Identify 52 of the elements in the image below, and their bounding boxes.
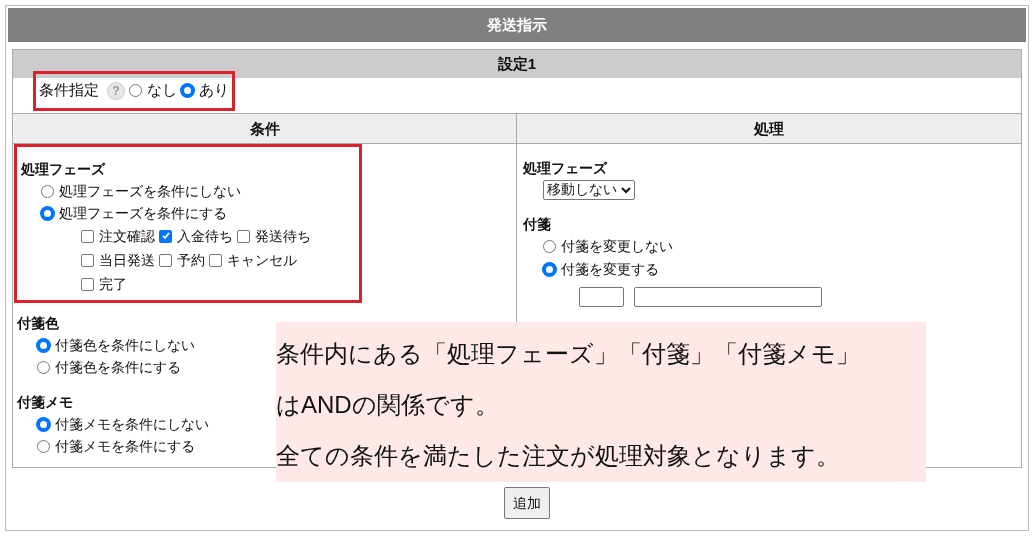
section-title: 処理フェーズ [523, 159, 607, 178]
checkbox[interactable] [81, 253, 94, 267]
checkbox[interactable] [81, 229, 94, 243]
radio-label[interactable]: 処理フェーズを条件にする [59, 202, 227, 224]
radio-label[interactable]: 処理フェーズを条件にしない [59, 180, 241, 202]
radio-button[interactable] [181, 84, 194, 97]
radio-button[interactable] [37, 439, 50, 453]
checkbox-label[interactable]: 発送待ち [255, 225, 311, 247]
note-text: 全ての条件を満たした注文が処理対象となります。 [276, 441, 841, 471]
column-header: 条件 [13, 114, 517, 144]
checkbox[interactable] [237, 229, 250, 243]
radio-label[interactable]: あり [199, 79, 229, 102]
checkbox-label[interactable]: 当日発送 [99, 249, 155, 271]
radio-label[interactable]: 付箋を変更しない [561, 236, 673, 257]
checkbox-label[interactable]: 注文確認 [99, 225, 155, 247]
section-title: 処理フェーズ [21, 160, 105, 179]
checkbox-label[interactable]: 完了 [99, 273, 127, 295]
radio-label[interactable]: 付箋色を条件にしない [55, 334, 195, 356]
radio-button[interactable] [37, 338, 50, 352]
radio-button[interactable] [41, 184, 54, 198]
section-header: 設定1 [13, 50, 1021, 78]
radio-button[interactable] [41, 206, 54, 220]
checkbox[interactable] [159, 229, 172, 243]
radio-button[interactable] [543, 240, 556, 253]
radio-button[interactable] [129, 84, 142, 97]
checkbox[interactable] [159, 253, 172, 267]
window-title: 発送指示 [8, 8, 1026, 42]
radio-label[interactable]: 付箋メモを条件にする [55, 435, 195, 457]
radio-button[interactable] [37, 360, 50, 374]
dropdown[interactable]: 移動しない [543, 179, 635, 200]
radio-label[interactable]: 付箋を変更する [561, 259, 659, 280]
note-text: はANDの関係です。 [276, 390, 500, 420]
section-title: 付箋 [523, 215, 551, 234]
radio-button[interactable] [37, 417, 50, 431]
column-header: 処理 [517, 114, 1021, 144]
field-label: 条件指定 [39, 80, 99, 101]
input-field[interactable] [579, 287, 624, 307]
add-button[interactable]: 追加 [504, 487, 550, 519]
checkbox[interactable] [209, 253, 222, 267]
radio-button[interactable] [543, 263, 556, 276]
section-title: 付箋メモ [17, 393, 73, 412]
chevron-down-icon [621, 185, 631, 194]
checkbox-label[interactable]: 予約 [177, 249, 205, 271]
input-field[interactable] [634, 287, 822, 307]
checkbox[interactable] [81, 277, 94, 291]
note-text: 条件内にある「処理フェーズ」「付箋」「付箋メモ」 [276, 339, 861, 369]
checkbox-label[interactable]: キャンセル [227, 249, 297, 271]
section-title: 付箋色 [17, 314, 59, 333]
radio-label[interactable]: 付箋色を条件にする [55, 356, 181, 378]
radio-label[interactable]: 付箋メモを条件にしない [55, 413, 209, 435]
checkbox-label[interactable]: 入金待ち [177, 225, 233, 247]
radio-label[interactable]: なし [147, 79, 177, 102]
